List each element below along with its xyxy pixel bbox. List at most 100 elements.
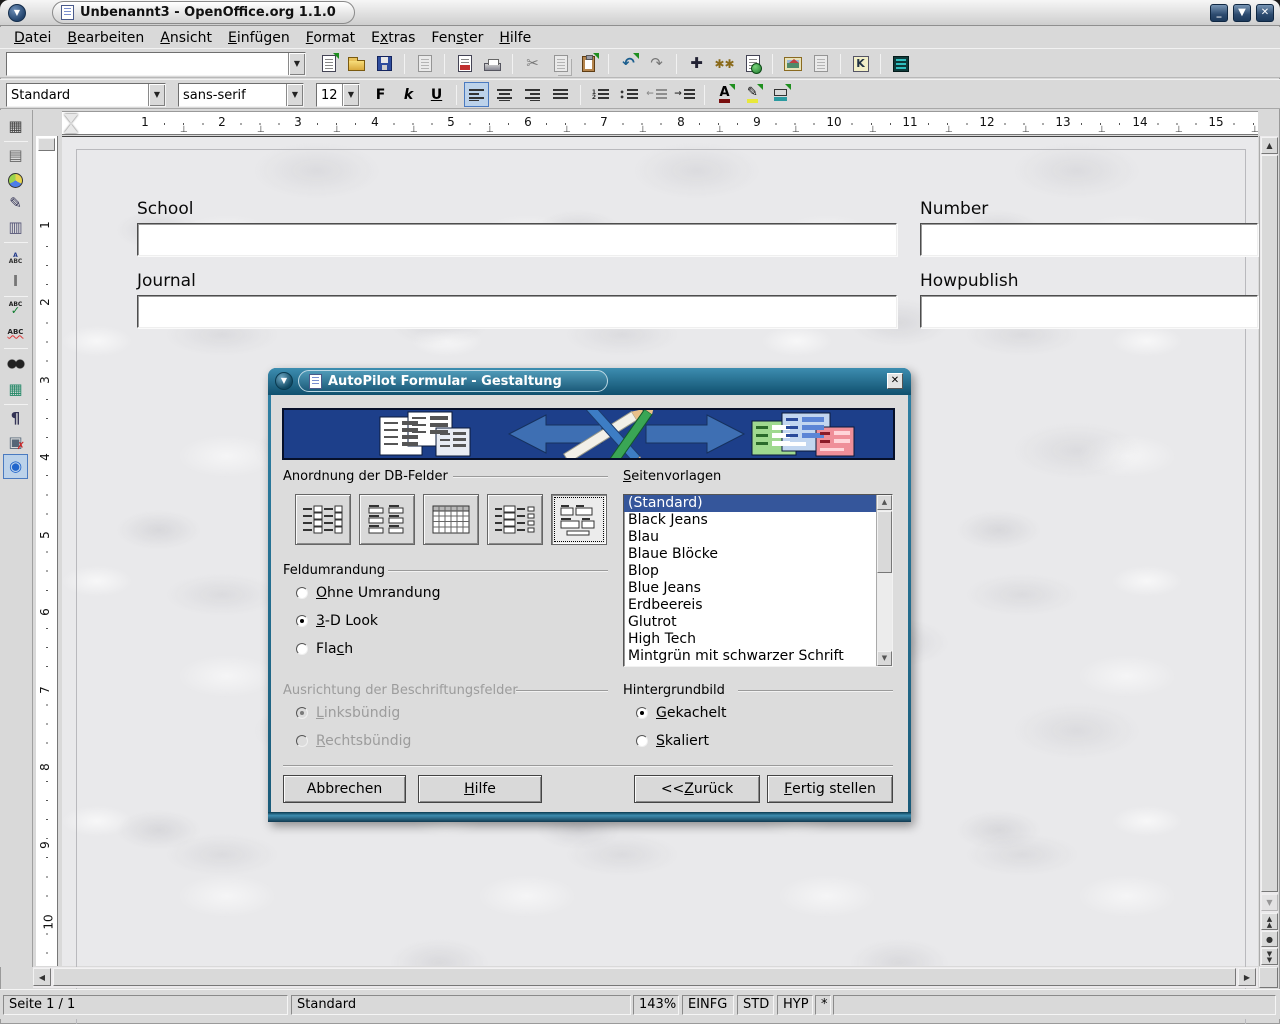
data-sources-icon[interactable]: ▦: [3, 377, 28, 402]
autopilot-icon[interactable]: ✱✱: [712, 51, 737, 76]
align-left-icon[interactable]: [464, 82, 489, 107]
italic-icon[interactable]: k: [396, 82, 421, 107]
navigator-icon[interactable]: ✚: [684, 51, 709, 76]
paste-icon[interactable]: [576, 51, 601, 76]
journal-input[interactable]: [137, 295, 897, 328]
new-document-icon[interactable]: [316, 51, 341, 76]
horizontal-scrollbar[interactable]: ◀ ▶: [33, 967, 1258, 988]
titlebar[interactable]: ▼ Unbenannt3 - OpenOffice.org 1.1.0 _ ▼ …: [0, 0, 1280, 26]
cancel-button[interactable]: Abbrechen: [283, 775, 406, 803]
navigation-icon[interactable]: ●: [1261, 931, 1278, 947]
font-name-combobox[interactable]: sans-serif ▼: [178, 83, 304, 107]
vertical-ruler[interactable]: 1 2 3 4 5 6 7 8 9 10: [36, 136, 58, 966]
vertical-scrollbar-thumb[interactable]: [1261, 155, 1278, 892]
insert-object-chart-icon[interactable]: [3, 168, 28, 193]
highlighting-icon[interactable]: ✎: [740, 82, 765, 107]
radio-no-border[interactable]: Ohne Umrandung: [296, 585, 440, 601]
save-document-icon[interactable]: [372, 51, 397, 76]
print-file-icon[interactable]: [480, 51, 505, 76]
menu-format[interactable]: Format: [298, 29, 363, 47]
scroll-down-icon[interactable]: ▼: [877, 651, 892, 666]
form-functions-icon[interactable]: ▥: [3, 215, 28, 240]
font-dropdown-button[interactable]: ▼: [286, 84, 303, 106]
next-page-icon[interactable]: ▼ ▼: [1261, 948, 1278, 965]
undo-icon[interactable]: ↶: [616, 51, 641, 76]
radio-flat[interactable]: Flach: [296, 641, 353, 657]
bullets-icon[interactable]: [616, 82, 641, 107]
align-right-icon[interactable]: [520, 82, 545, 107]
radio-circle[interactable]: [296, 643, 308, 655]
autotext-icon[interactable]: A: [3, 246, 28, 271]
hyperlink-mode-field[interactable]: HYP: [777, 995, 813, 1015]
font-size-value[interactable]: 12: [317, 88, 342, 103]
list-item[interactable]: Blaue Blöcke: [624, 546, 892, 563]
arrangement-in-blocks-labels-above-button[interactable]: [551, 494, 607, 545]
hyperlink-icon[interactable]: [740, 51, 765, 76]
menu-einfuegen[interactable]: Einfügen: [220, 29, 298, 47]
insert-mode-field[interactable]: EINFG: [682, 995, 734, 1015]
vertical-scrollbar[interactable]: ▲ ▼ ▲ ▲ ● ▼ ▼: [1259, 136, 1278, 966]
finish-button[interactable]: Fertig stellen: [767, 775, 893, 803]
list-scrollbar-thumb[interactable]: [877, 511, 892, 573]
find-replace-icon[interactable]: [3, 351, 28, 376]
list-item[interactable]: Erdbeereis: [624, 597, 892, 614]
online-layout-icon[interactable]: ◉: [3, 454, 28, 479]
scroll-up-icon[interactable]: ▲: [1261, 137, 1278, 154]
radio-circle[interactable]: [636, 735, 648, 747]
radio-3d-look[interactable]: 3-D Look: [296, 613, 378, 629]
font-name-value[interactable]: sans-serif: [179, 88, 286, 103]
url-dropdown-button[interactable]: ▼: [288, 53, 305, 75]
nonprinting-characters-icon[interactable]: ¶: [3, 406, 28, 431]
window-menu-button[interactable]: ▼: [8, 4, 26, 22]
list-item[interactable]: Black Jeans: [624, 512, 892, 529]
graphics-on-off-icon[interactable]: ▣✗: [3, 430, 28, 455]
paragraph-style-combobox[interactable]: Standard ▼: [6, 83, 166, 107]
page-style-field[interactable]: Standard: [291, 995, 631, 1015]
scroll-left-icon[interactable]: ◀: [33, 968, 51, 986]
dialog-menu-button[interactable]: ▼: [275, 372, 293, 390]
gallery-icon[interactable]: [780, 51, 805, 76]
list-item[interactable]: (Standard): [624, 495, 892, 512]
font-size-combobox[interactable]: 12 ▼: [316, 83, 360, 107]
open-document-icon[interactable]: [344, 51, 369, 76]
menu-fenster[interactable]: Fenster: [423, 29, 491, 47]
help-button[interactable]: Hilfe: [418, 775, 542, 803]
selection-mode-field[interactable]: STD: [737, 995, 774, 1015]
page-styles-listbox[interactable]: (Standard) Black Jeans Blau Blaue Blöcke…: [623, 494, 893, 667]
radio-circle[interactable]: [296, 615, 308, 627]
dialog-titlebar[interactable]: ▼ AutoPilot Formular - Gestaltung ✕: [268, 368, 911, 395]
paragraph-background-icon[interactable]: [768, 82, 793, 107]
scroll-right-icon[interactable]: ▶: [1238, 968, 1256, 986]
radio-tiled[interactable]: Gekachelt: [636, 705, 726, 721]
increase-indent-icon[interactable]: [672, 82, 697, 107]
radio-scaled[interactable]: Skaliert: [636, 733, 709, 749]
font-color-icon[interactable]: A: [712, 82, 737, 107]
howpublish-input[interactable]: [920, 295, 1258, 328]
maximize-button[interactable]: ▼: [1233, 4, 1251, 22]
arrangement-as-data-sheet-button[interactable]: [423, 494, 479, 545]
insert-table-icon[interactable]: ▦: [3, 114, 28, 139]
autospellcheck-icon[interactable]: ABC: [3, 319, 28, 344]
list-item[interactable]: Mintgrün mit schwarzer Schrift: [624, 648, 892, 665]
insert-section-icon[interactable]: ▤: [3, 143, 28, 168]
minimize-button[interactable]: _: [1210, 4, 1228, 22]
spellcheck-icon[interactable]: ABC: [3, 295, 28, 320]
bold-icon[interactable]: F: [368, 82, 393, 107]
arrangement-columnar-labels-left-button[interactable]: [295, 494, 351, 545]
menu-hilfe[interactable]: Hilfe: [491, 29, 539, 47]
export-pdf-icon[interactable]: [452, 51, 477, 76]
zoom-field[interactable]: 143%: [633, 995, 679, 1015]
previous-page-icon[interactable]: ▲ ▲: [1261, 913, 1278, 930]
menu-bearbeiten[interactable]: Bearbeiten: [59, 29, 152, 47]
list-scrollbar[interactable]: ▲ ▼: [876, 495, 892, 666]
scroll-up-icon[interactable]: ▲: [877, 495, 892, 510]
align-center-icon[interactable]: [492, 82, 517, 107]
dialog-close-icon[interactable]: ✕: [887, 373, 903, 389]
underline-icon[interactable]: U: [424, 82, 449, 107]
list-item[interactable]: Blop: [624, 563, 892, 580]
list-item[interactable]: Glutrot: [624, 614, 892, 631]
draw-functions-icon[interactable]: ✎: [3, 191, 28, 216]
school-input[interactable]: [137, 223, 897, 256]
basic-macro-icon[interactable]: K: [848, 51, 873, 76]
menu-ansicht[interactable]: Ansicht: [152, 29, 220, 47]
